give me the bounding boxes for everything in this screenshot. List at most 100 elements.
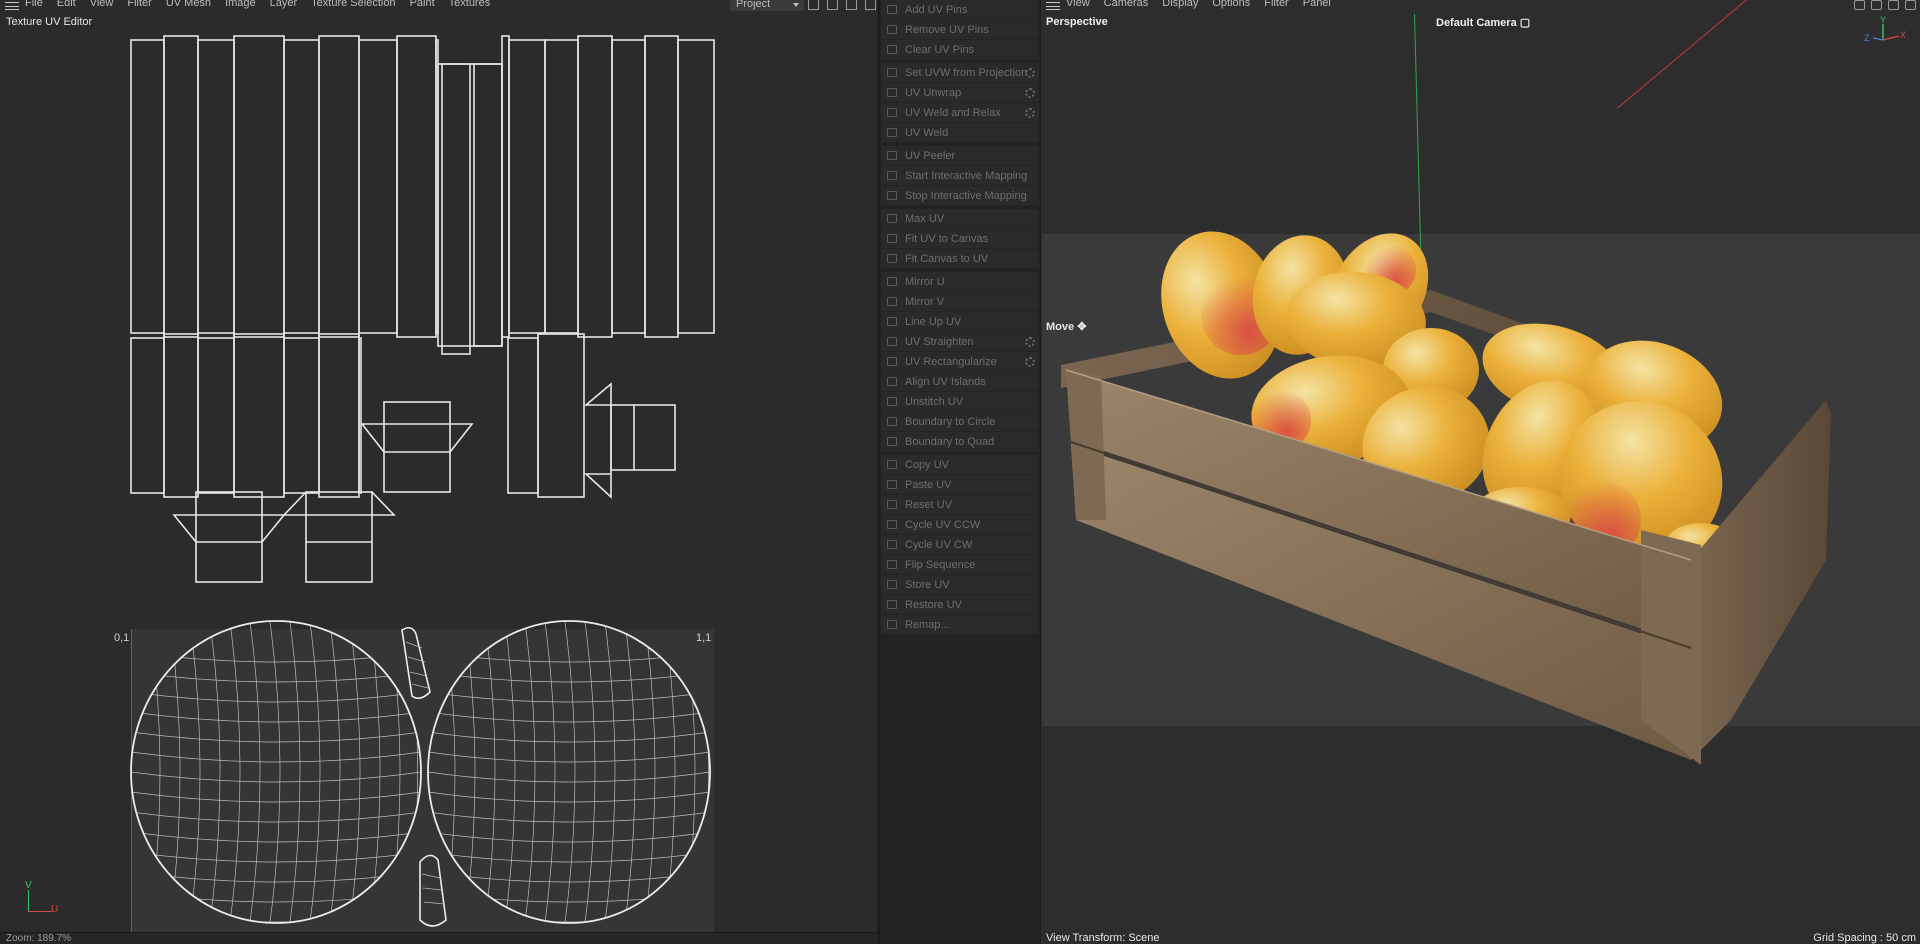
- cmd-label: Reset UV: [905, 498, 953, 511]
- vp-menu-cameras[interactable]: Cameras: [1104, 0, 1149, 9]
- cmd-flip-sequence[interactable]: Flip Sequence: [881, 555, 1039, 575]
- menu-edit[interactable]: Edit: [57, 0, 76, 9]
- vp-menu-display[interactable]: Display: [1162, 0, 1198, 9]
- camera-icon: ▢: [1519, 17, 1531, 29]
- cmd-fit-uv-to-canvas[interactable]: Fit UV to Canvas: [881, 229, 1039, 249]
- mango-crate-render[interactable]: [1041, 0, 1920, 944]
- perspective-viewport[interactable]: View Cameras Display Options Filter Pane…: [1041, 0, 1920, 944]
- menu-texture-selection[interactable]: Texture Selection: [311, 0, 395, 9]
- viewport-camera-label[interactable]: Default Camera ▢: [1436, 16, 1530, 29]
- uv-island-crate-end-cap-right[interactable]: [583, 382, 676, 499]
- cmd-copy-uv[interactable]: Copy UV: [881, 455, 1039, 475]
- cmd-mirror-u[interactable]: Mirror U: [881, 272, 1039, 292]
- vp-menu-filter[interactable]: Filter: [1264, 0, 1288, 9]
- cmd-remove-uv-pins[interactable]: Remove UV Pins: [881, 20, 1039, 40]
- cmd-uv-rectangularize[interactable]: UV Rectangularize: [881, 352, 1039, 372]
- peeler-icon: [887, 151, 897, 160]
- uv-island-crate-slats-bottom-left[interactable]: [130, 333, 362, 498]
- vp-menu-options[interactable]: Options: [1212, 0, 1250, 9]
- cmd-mirror-v[interactable]: Mirror V: [881, 292, 1039, 312]
- hamburger-menu-icon[interactable]: [5, 2, 19, 10]
- menu-view[interactable]: View: [90, 0, 114, 9]
- cmd-max-uv[interactable]: Max UV: [881, 209, 1039, 229]
- uv-island-crate-slats-bottom-right[interactable]: [507, 333, 585, 498]
- cmd-cycle-uv-ccw[interactable]: Cycle UV CCW: [881, 515, 1039, 535]
- cmd-unstitch-uv[interactable]: Unstitch UV: [881, 392, 1039, 412]
- gear-icon[interactable]: [1025, 68, 1035, 78]
- uv-island-crate-slats-top-left[interactable]: [130, 35, 439, 338]
- cmd-paste-uv[interactable]: Paste UV: [881, 475, 1039, 495]
- uv-island-mango-stem-bottom[interactable]: [419, 854, 447, 927]
- pan-icon[interactable]: [1854, 0, 1865, 10]
- menu-filter[interactable]: Filter: [127, 0, 151, 9]
- clear-icon: [887, 45, 897, 54]
- cmd-fit-canvas-to-uv[interactable]: Fit Canvas to UV: [881, 249, 1039, 269]
- gear-icon[interactable]: [1025, 88, 1035, 98]
- cmd-start-interactive-mapping[interactable]: Start Interactive Mapping: [881, 166, 1039, 186]
- quad-icon: [887, 437, 897, 446]
- mirror-u-icon: [887, 277, 897, 286]
- cmd-uv-weld[interactable]: UV Weld: [881, 123, 1039, 143]
- cmd-set-uvw-from-projection[interactable]: Set UVW from Projection: [881, 63, 1039, 83]
- cmd-label: Mirror V: [905, 295, 945, 308]
- uv-island-crate-center-post[interactable]: [437, 63, 503, 355]
- camera-name: Default Camera: [1436, 17, 1517, 29]
- pan-hand-icon[interactable]: [846, 0, 857, 10]
- vp-menu-panel[interactable]: Panel: [1303, 0, 1331, 9]
- uv-island-crate-end-cap-center-bottom[interactable]: [282, 491, 396, 583]
- cmd-uv-peeler[interactable]: UV Peeler: [881, 146, 1039, 166]
- frame-icon[interactable]: [827, 0, 838, 10]
- menu-uv-mesh[interactable]: UV Mesh: [166, 0, 211, 9]
- palette-group-3: UV Peeler Start Interactive Mapping Stop I…: [881, 146, 1039, 206]
- cmd-boundary-to-quad[interactable]: Boundary to Quad: [881, 432, 1039, 452]
- gear-icon[interactable]: [1025, 357, 1035, 367]
- cmd-add-uv-pins[interactable]: Add UV Pins: [881, 0, 1039, 20]
- menu-layer[interactable]: Layer: [270, 0, 298, 9]
- move-cross-icon: ✥: [1077, 321, 1087, 333]
- cmd-label: Max UV: [905, 212, 945, 225]
- maximize-icon[interactable]: [1905, 0, 1916, 10]
- uv-canvas[interactable]: 0,1 1,1 V U: [0, 12, 879, 942]
- vp-menu-view[interactable]: View: [1066, 0, 1090, 9]
- cmd-uv-unwrap[interactable]: UV Unwrap: [881, 83, 1039, 103]
- cmd-label: Start Interactive Mapping: [905, 169, 1028, 182]
- cmd-remap[interactable]: Remap...: [881, 615, 1039, 635]
- uv-editor-menubar: File Edit View Filter UV Mesh Image Laye…: [0, 0, 878, 12]
- cmd-boundary-to-circle[interactable]: Boundary to Circle: [881, 412, 1039, 432]
- cmd-reset-uv[interactable]: Reset UV: [881, 495, 1039, 515]
- gear-icon[interactable]: [1025, 337, 1035, 347]
- fit-canvas-icon: [887, 254, 897, 263]
- uv-island-mango-half-left[interactable]: [130, 620, 422, 924]
- uv-island-crate-end-cap-middle[interactable]: [360, 401, 474, 493]
- cmd-stop-interactive-mapping[interactable]: Stop Interactive Mapping: [881, 186, 1039, 206]
- gear-icon[interactable]: [1025, 108, 1035, 118]
- download-arrow-icon[interactable]: [865, 0, 876, 10]
- restore-icon: [887, 600, 897, 609]
- uv-island-mango-stem-top[interactable]: [401, 626, 431, 700]
- cmd-uv-straighten[interactable]: UV Straighten: [881, 332, 1039, 352]
- uv-island-crate-slats-top-right[interactable]: [501, 35, 715, 338]
- menu-image[interactable]: Image: [225, 0, 256, 9]
- palette-group-5: Mirror U Mirror V Line Up UV UV Straighten U…: [881, 272, 1039, 452]
- project-select[interactable]: Project: [730, 0, 804, 11]
- cmd-uv-weld-and-relax[interactable]: UV Weld and Relax: [881, 103, 1039, 123]
- rotate-icon[interactable]: [1888, 0, 1899, 10]
- uv-island-mango-half-right[interactable]: [427, 620, 711, 924]
- uv-mesh-wireframe[interactable]: [0, 12, 879, 932]
- histogram-icon[interactable]: [808, 0, 819, 10]
- menu-paint[interactable]: Paint: [410, 0, 435, 9]
- uv-coordinate-label-0-1: 0,1: [114, 632, 130, 644]
- cmd-store-uv[interactable]: Store UV: [881, 575, 1039, 595]
- move-down-icon[interactable]: [1871, 0, 1882, 10]
- cmd-cycle-uv-cw[interactable]: Cycle UV CW: [881, 535, 1039, 555]
- menu-textures[interactable]: Textures: [449, 0, 491, 9]
- cmd-clear-uv-pins[interactable]: Clear UV Pins: [881, 40, 1039, 60]
- uv-island-crate-end-cap-left-bottom[interactable]: [172, 491, 286, 583]
- cmd-line-up-uv[interactable]: Line Up UV: [881, 312, 1039, 332]
- cmd-label: Flip Sequence: [905, 558, 976, 571]
- menu-file[interactable]: File: [25, 0, 43, 9]
- cmd-align-uv-islands[interactable]: Align UV Islands: [881, 372, 1039, 392]
- viewport-hamburger-menu-icon[interactable]: [1046, 2, 1060, 10]
- cmd-restore-uv[interactable]: Restore UV: [881, 595, 1039, 615]
- cmd-label: Line Up UV: [905, 315, 962, 328]
